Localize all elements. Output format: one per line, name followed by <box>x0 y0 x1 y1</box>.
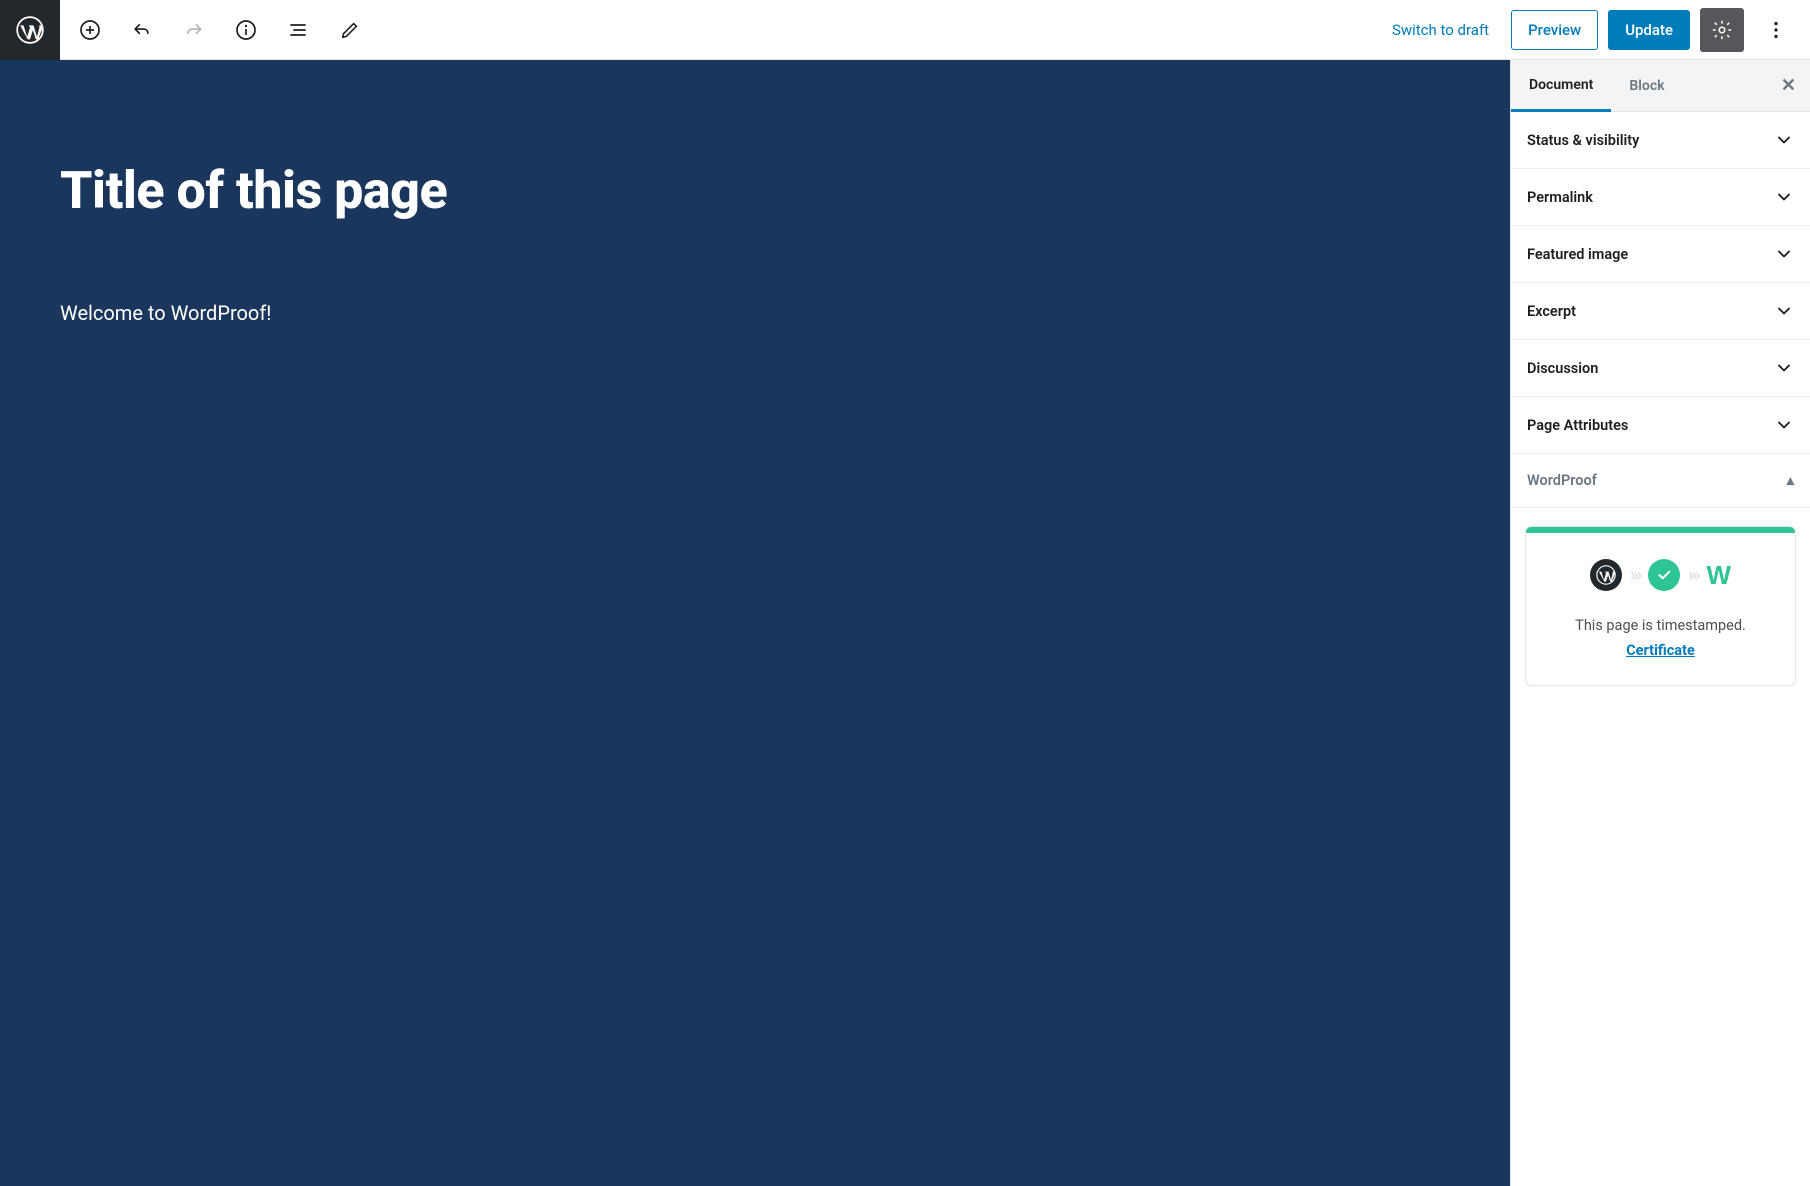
chevron-down-icon <box>1774 301 1794 321</box>
panel-label: WordProof <box>1527 472 1597 489</box>
certificate-link[interactable]: Certificate <box>1626 642 1695 659</box>
wordproof-status-text: This page is timestamped. <box>1544 617 1777 634</box>
panel-excerpt[interactable]: Excerpt <box>1511 283 1810 340</box>
wordproof-card: ››› ››› W This page is timestamped. Cert… <box>1525 526 1796 686</box>
panel-label: Permalink <box>1527 189 1593 206</box>
editor-canvas[interactable]: Title of this page Welcome to WordProof! <box>0 60 1510 1186</box>
redo-button[interactable] <box>172 8 216 52</box>
wordproof-logo-icon: W <box>1706 560 1731 591</box>
add-block-button[interactable] <box>68 8 112 52</box>
tab-block[interactable]: Block <box>1611 60 1682 112</box>
chevron-down-icon <box>1774 415 1794 435</box>
arrow-icon: ››› <box>1630 565 1640 586</box>
tab-document[interactable]: Document <box>1511 60 1611 112</box>
arrow-icon: ››› <box>1688 565 1698 586</box>
more-options-button[interactable] <box>1754 8 1798 52</box>
settings-sidebar: Document Block ✕ Status & visibility Per… <box>1510 60 1810 1186</box>
close-icon: ✕ <box>1781 75 1796 96</box>
check-icon <box>1648 559 1680 591</box>
info-button[interactable] <box>224 8 268 52</box>
chevron-down-icon <box>1774 358 1794 378</box>
panel-discussion[interactable]: Discussion <box>1511 340 1810 397</box>
panel-status-visibility[interactable]: Status & visibility <box>1511 112 1810 169</box>
panel-permalink[interactable]: Permalink <box>1511 169 1810 226</box>
close-sidebar-button[interactable]: ✕ <box>1781 75 1810 96</box>
page-title[interactable]: Title of this page <box>60 160 1450 221</box>
panel-label: Page Attributes <box>1527 417 1628 434</box>
panel-label: Discussion <box>1527 360 1598 377</box>
undo-button[interactable] <box>120 8 164 52</box>
chevron-down-icon <box>1774 244 1794 264</box>
update-button[interactable]: Update <box>1608 10 1690 50</box>
sidebar-tabs: Document Block ✕ <box>1511 60 1810 112</box>
top-toolbar: Switch to draft Preview Update <box>0 0 1810 60</box>
settings-button[interactable] <box>1700 8 1744 52</box>
panel-page-attributes[interactable]: Page Attributes <box>1511 397 1810 454</box>
switch-to-draft-link[interactable]: Switch to draft <box>1380 13 1501 47</box>
panel-wordproof[interactable]: WordProof ▴ <box>1511 454 1810 508</box>
panel-featured-image[interactable]: Featured image <box>1511 226 1810 283</box>
outline-button[interactable] <box>276 8 320 52</box>
page-body-text[interactable]: Welcome to WordProof! <box>60 301 1450 325</box>
wordpress-logo-button[interactable] <box>0 0 60 60</box>
edit-button[interactable] <box>328 8 372 52</box>
panel-label: Status & visibility <box>1527 132 1639 149</box>
preview-button[interactable]: Preview <box>1511 10 1598 50</box>
chevron-down-icon <box>1774 187 1794 207</box>
wordproof-flow: ››› ››› W <box>1544 559 1777 591</box>
chevron-down-icon <box>1774 130 1794 150</box>
wordpress-icon <box>1590 559 1622 591</box>
panel-label: Excerpt <box>1527 303 1576 320</box>
chevron-up-icon: ▴ <box>1787 472 1794 489</box>
panel-label: Featured image <box>1527 246 1628 263</box>
